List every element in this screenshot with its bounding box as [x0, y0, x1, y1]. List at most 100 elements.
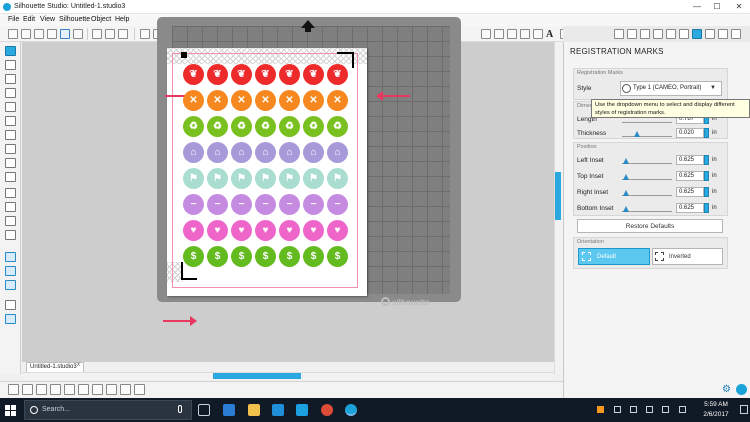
cut-icon[interactable] [92, 29, 102, 39]
sticker-circle[interactable]: ⌂ [183, 142, 204, 163]
web-icon[interactable] [5, 280, 16, 290]
sticker-circle[interactable]: ✕ [207, 90, 228, 111]
sticker-circle[interactable]: ❦ [183, 64, 204, 85]
sticker-circle[interactable]: ♥ [207, 220, 228, 241]
sticker-circle[interactable]: − [207, 194, 228, 215]
send-icon[interactable] [718, 29, 728, 39]
maximize-button[interactable]: ☐ [708, 0, 726, 14]
sticker-circle[interactable]: ✕ [303, 90, 324, 111]
rounded-rect-icon[interactable] [5, 102, 16, 112]
sticker-circle[interactable]: ⚑ [183, 168, 204, 189]
sticker-circle[interactable]: ♥ [255, 220, 276, 241]
tray-chevron-icon[interactable] [614, 406, 621, 413]
silhouette-help-icon[interactable] [736, 384, 747, 395]
sticker-circle[interactable]: ♥ [303, 220, 324, 241]
arc-tool-icon[interactable] [5, 158, 16, 168]
rectangle-tool-icon[interactable] [5, 88, 16, 98]
thickness-stepper[interactable] [704, 128, 709, 138]
edit-points-icon[interactable] [5, 60, 16, 70]
bring-front-icon[interactable] [120, 384, 131, 395]
sticker-circle[interactable]: ♥ [279, 220, 300, 241]
thickness-slider[interactable] [622, 127, 672, 137]
sticker-circle[interactable]: ❦ [303, 64, 324, 85]
compound-path-icon[interactable] [64, 384, 75, 395]
send-back-icon[interactable] [134, 384, 145, 395]
left-inset-input[interactable]: 0.625 [676, 155, 704, 165]
microphone-icon[interactable] [178, 405, 182, 413]
sticker-circle[interactable]: − [327, 194, 348, 215]
bottom-inset-slider[interactable] [622, 202, 672, 212]
skype-icon[interactable] [296, 404, 308, 416]
sticker-circle[interactable]: $ [231, 246, 252, 267]
sticker-circle[interactable]: − [231, 194, 252, 215]
sticker-circle[interactable]: ⚑ [231, 168, 252, 189]
sticker-circle[interactable]: ♻ [183, 116, 204, 137]
wifi-icon[interactable] [630, 406, 637, 413]
volume-icon[interactable] [646, 406, 653, 413]
sticker-circle[interactable]: $ [207, 246, 228, 267]
top-inset-slider-knob[interactable] [623, 174, 629, 180]
task-view-icon[interactable] [198, 404, 210, 416]
knife-tool-icon[interactable] [5, 230, 16, 240]
left-inset-stepper[interactable] [704, 155, 709, 165]
sticker-circle[interactable]: ♥ [183, 220, 204, 241]
close-window-button[interactable]: ✕ [730, 0, 748, 14]
new-document-icon[interactable] [8, 29, 18, 39]
sticker-circle[interactable]: ⌂ [207, 142, 228, 163]
bottom-inset-input[interactable]: 0.625 [676, 203, 704, 213]
sticker-circle[interactable]: ✕ [231, 90, 252, 111]
bottom-inset-slider-knob[interactable] [623, 206, 629, 212]
document-tab-close-icon[interactable]: x [77, 362, 80, 368]
top-inset-input[interactable]: 0.625 [676, 171, 704, 181]
sticker-circle[interactable]: ⚑ [327, 168, 348, 189]
file-explorer-icon[interactable] [248, 404, 260, 416]
sticker-circle[interactable]: ❦ [231, 64, 252, 85]
sticker-circle[interactable]: ⌂ [255, 142, 276, 163]
page-setup-icon[interactable] [481, 29, 491, 39]
ungroup-icon[interactable] [50, 384, 61, 395]
offset-panel-icon[interactable] [640, 29, 650, 39]
silhouette-studio-taskbar-icon[interactable] [345, 404, 357, 416]
document-tab[interactable]: Untitled-1.studio3 [26, 362, 84, 372]
chrome-icon[interactable] [321, 404, 333, 416]
thickness-slider-knob[interactable] [634, 131, 640, 137]
right-inset-stepper[interactable] [704, 187, 709, 197]
sticker-circle[interactable]: ⚑ [279, 168, 300, 189]
right-inset-slider-knob[interactable] [623, 190, 629, 196]
duplicate-icon[interactable] [92, 384, 103, 395]
chevron-down-icon[interactable]: ▼ [710, 85, 716, 91]
replicate-panel-icon[interactable] [627, 29, 637, 39]
sticker-circle[interactable]: ✕ [255, 90, 276, 111]
sticker-circle[interactable]: $ [279, 246, 300, 267]
menu-help[interactable]: Help [115, 16, 129, 23]
sticker-circle[interactable]: − [303, 194, 324, 215]
sticker-circle[interactable]: − [183, 194, 204, 215]
line-tool-icon[interactable] [5, 74, 16, 84]
minimize-button[interactable]: — [688, 0, 706, 14]
menu-edit[interactable]: Edit [23, 16, 35, 23]
keyboard-icon[interactable] [679, 406, 686, 413]
undo-icon[interactable] [140, 29, 150, 39]
sticker-circle[interactable]: ♻ [327, 116, 348, 137]
windows-start-icon[interactable] [5, 405, 16, 416]
copy-icon[interactable] [105, 29, 115, 39]
restore-defaults-button[interactable]: Restore Defaults [577, 219, 723, 233]
taskbar-clock-date[interactable]: 2/6/2017 [698, 411, 734, 418]
group-icon[interactable] [36, 384, 47, 395]
sticker-circle[interactable]: ♻ [255, 116, 276, 137]
sticker-circle[interactable]: $ [327, 246, 348, 267]
sticker-circle[interactable]: ⚑ [207, 168, 228, 189]
library-icon[interactable] [47, 29, 57, 39]
send-panel-icon[interactable] [5, 252, 16, 262]
sticker-circle[interactable]: ⌂ [303, 142, 324, 163]
sticker-circle[interactable]: ♻ [231, 116, 252, 137]
ellipse-tool-icon[interactable] [5, 116, 16, 126]
top-inset-stepper[interactable] [704, 171, 709, 181]
align-panel-icon[interactable] [614, 29, 624, 39]
trace-panel-icon[interactable] [653, 29, 663, 39]
gear-icon[interactable]: ⚙ [722, 384, 731, 395]
store-icon[interactable] [5, 266, 16, 276]
store-app-icon[interactable] [272, 404, 284, 416]
sticker-circle[interactable]: $ [183, 246, 204, 267]
sticker-circle[interactable]: ♥ [231, 220, 252, 241]
